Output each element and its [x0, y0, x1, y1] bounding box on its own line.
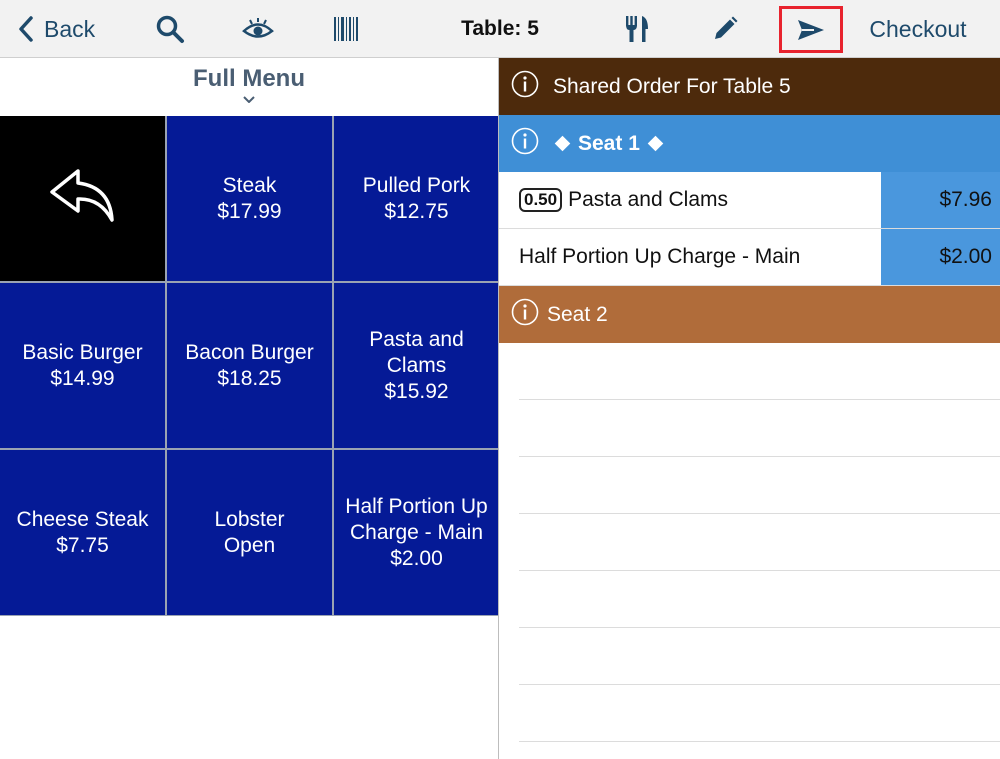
seat-2-header[interactable]: Seat 2 [499, 286, 1000, 343]
send-order-button[interactable] [779, 6, 843, 53]
info-icon[interactable] [511, 70, 539, 104]
shared-order-label: Shared Order For Table 5 [553, 74, 791, 98]
order-item[interactable]: Half Portion Up Charge - Main $2.00 [499, 229, 1000, 286]
seat-1-label: Seat 1 [578, 131, 640, 155]
top-toolbar: Back Table: 5 Checkout [0, 0, 1000, 58]
diamond-icon [554, 135, 571, 152]
empty-order-lines [499, 343, 1000, 742]
menu-item-steak[interactable]: Steak $17.99 [167, 116, 332, 281]
empty-line [519, 343, 1000, 400]
seat-1-header[interactable]: Seat 1 [499, 115, 1000, 172]
menu-grid: Steak $17.99 Pulled Pork $12.75 Basic Bu… [0, 116, 499, 616]
order-panel: Shared Order For Table 5 Seat 1 0.50 Pas… [499, 58, 1000, 759]
info-icon[interactable] [511, 127, 539, 161]
menu-item-bacon-burger[interactable]: Bacon Burger $18.25 [167, 283, 332, 448]
barcode-icon [333, 16, 359, 42]
empty-line [519, 514, 1000, 571]
order-item-name: Half Portion Up Charge - Main [519, 245, 801, 268]
empty-line [519, 571, 1000, 628]
empty-line [519, 685, 1000, 742]
back-button[interactable]: Back [18, 0, 118, 58]
table-number: Table: 5 [461, 17, 539, 40]
empty-line [519, 628, 1000, 685]
empty-line [519, 400, 1000, 457]
order-item-name: Pasta and Clams [568, 188, 729, 211]
edit-button[interactable] [705, 0, 745, 58]
utensils-icon [624, 15, 650, 43]
shared-order-header[interactable]: Shared Order For Table 5 [499, 58, 1000, 115]
diamond-icon [647, 135, 664, 152]
chevron-down-icon [243, 90, 255, 108]
menu-item-basic-burger[interactable]: Basic Burger $14.99 [0, 283, 165, 448]
order-item-price: $2.00 [881, 229, 1000, 285]
order-item-price: $7.96 [881, 172, 1000, 228]
view-button[interactable] [238, 0, 278, 58]
empty-line [519, 457, 1000, 514]
menu-title: Full Menu [193, 65, 305, 92]
menu-item-pulled-pork[interactable]: Pulled Pork $12.75 [334, 116, 499, 281]
pencil-icon [712, 16, 738, 42]
menu-category-selector[interactable]: Full Menu [0, 58, 498, 116]
menu-back-tile[interactable] [0, 116, 165, 281]
eye-icon [242, 17, 274, 41]
barcode-button[interactable] [326, 0, 366, 58]
checkout-button[interactable]: Checkout [858, 0, 978, 58]
menu-button[interactable] [617, 0, 657, 58]
order-item[interactable]: 0.50 Pasta and Clams $7.96 [499, 172, 1000, 229]
menu-item-cheese-steak[interactable]: Cheese Steak $7.75 [0, 450, 165, 615]
menu-item-lobster[interactable]: Lobster Open [167, 450, 332, 615]
menu-item-pasta-and-clams[interactable]: Pasta and Clams $15.92 [334, 283, 499, 448]
seat-2-label: Seat 2 [547, 302, 608, 326]
menu-item-half-portion[interactable]: Half Portion Up Charge - Main $2.00 [334, 450, 499, 615]
quantity-badge: 0.50 [519, 188, 563, 212]
search-button[interactable] [150, 0, 190, 58]
send-icon [796, 18, 826, 42]
info-icon[interactable] [511, 298, 539, 332]
search-icon [155, 14, 185, 44]
back-label: Back [44, 15, 96, 42]
reply-arrow-icon [48, 165, 118, 232]
chevron-left-icon [18, 15, 34, 43]
